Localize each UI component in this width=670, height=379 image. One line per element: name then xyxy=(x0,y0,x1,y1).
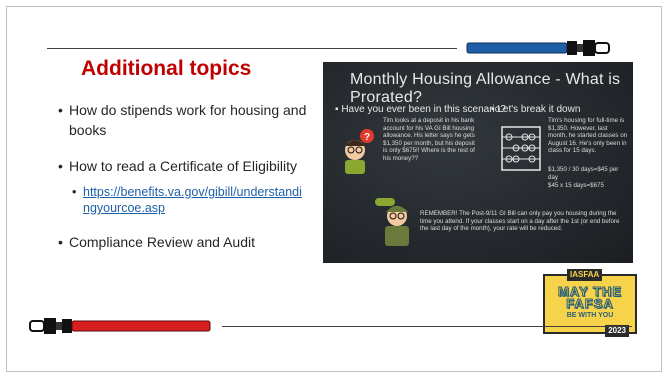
bullet-stipends: How do stipends work for housing and boo… xyxy=(58,100,308,140)
chalkboard-image: Monthly Housing Allowance - What is Pror… xyxy=(323,62,633,263)
bullet-compliance: Compliance Review and Audit xyxy=(58,232,308,252)
confused-student-icon: ? xyxy=(345,129,374,174)
coe-link[interactable]: https://benefits.va.gov/gibill/understan… xyxy=(83,185,302,215)
may-the-fafsa-logo: IASFAA MAY THE FAFSA BE WITH YOU 2023 xyxy=(543,269,637,337)
chalkboard-explain-1: Tim's housing for full-time is $1,350. H… xyxy=(548,117,628,155)
badge-org: IASFAA xyxy=(567,269,603,281)
blue-lightsaber-icon xyxy=(466,40,610,56)
chalkboard-scenario: Tim looks at a deposit in his bank accou… xyxy=(383,117,475,162)
chalkboard-title: Monthly Housing Allowance - What is Pror… xyxy=(350,71,621,106)
svg-text:?: ? xyxy=(364,132,370,143)
bottom-divider-line xyxy=(222,326,632,327)
slide: Additional topics How do stipends work f… xyxy=(6,6,662,372)
chalkboard-question-text: Have you ever been in this scenario? xyxy=(341,104,506,115)
abacus-icon xyxy=(501,126,541,171)
bullet-list: How do stipends work for housing and boo… xyxy=(58,100,308,252)
bullet-coe: How to read a Certificate of Eligibility xyxy=(58,156,308,176)
chalkboard-remember: REMEMBER! The Post-9/11 GI Bill can only… xyxy=(420,210,620,233)
chalkboard-explain-2: $1,350 / 30 days=$45 per day xyxy=(548,166,619,181)
soldier-student-icon xyxy=(375,198,409,246)
badge-line3: BE WITH YOU xyxy=(566,312,614,319)
chalkboard-breakdown: ▪ Let's break it down xyxy=(491,104,581,115)
slide-title: Additional topics xyxy=(81,57,252,80)
red-lightsaber-icon xyxy=(29,318,211,334)
chalkboard-breakdown-text: Let's break it down xyxy=(497,104,581,115)
badge-line2: FAFSA xyxy=(566,296,614,311)
top-divider-line xyxy=(47,48,457,49)
chalkboard-explain-3: $45 x 15 days=$675 xyxy=(548,182,604,189)
chalkboard-question: ▪ Have you ever been in this scenario? xyxy=(335,104,506,115)
sub-bullet-link: https://benefits.va.gov/gibill/understan… xyxy=(58,184,308,216)
